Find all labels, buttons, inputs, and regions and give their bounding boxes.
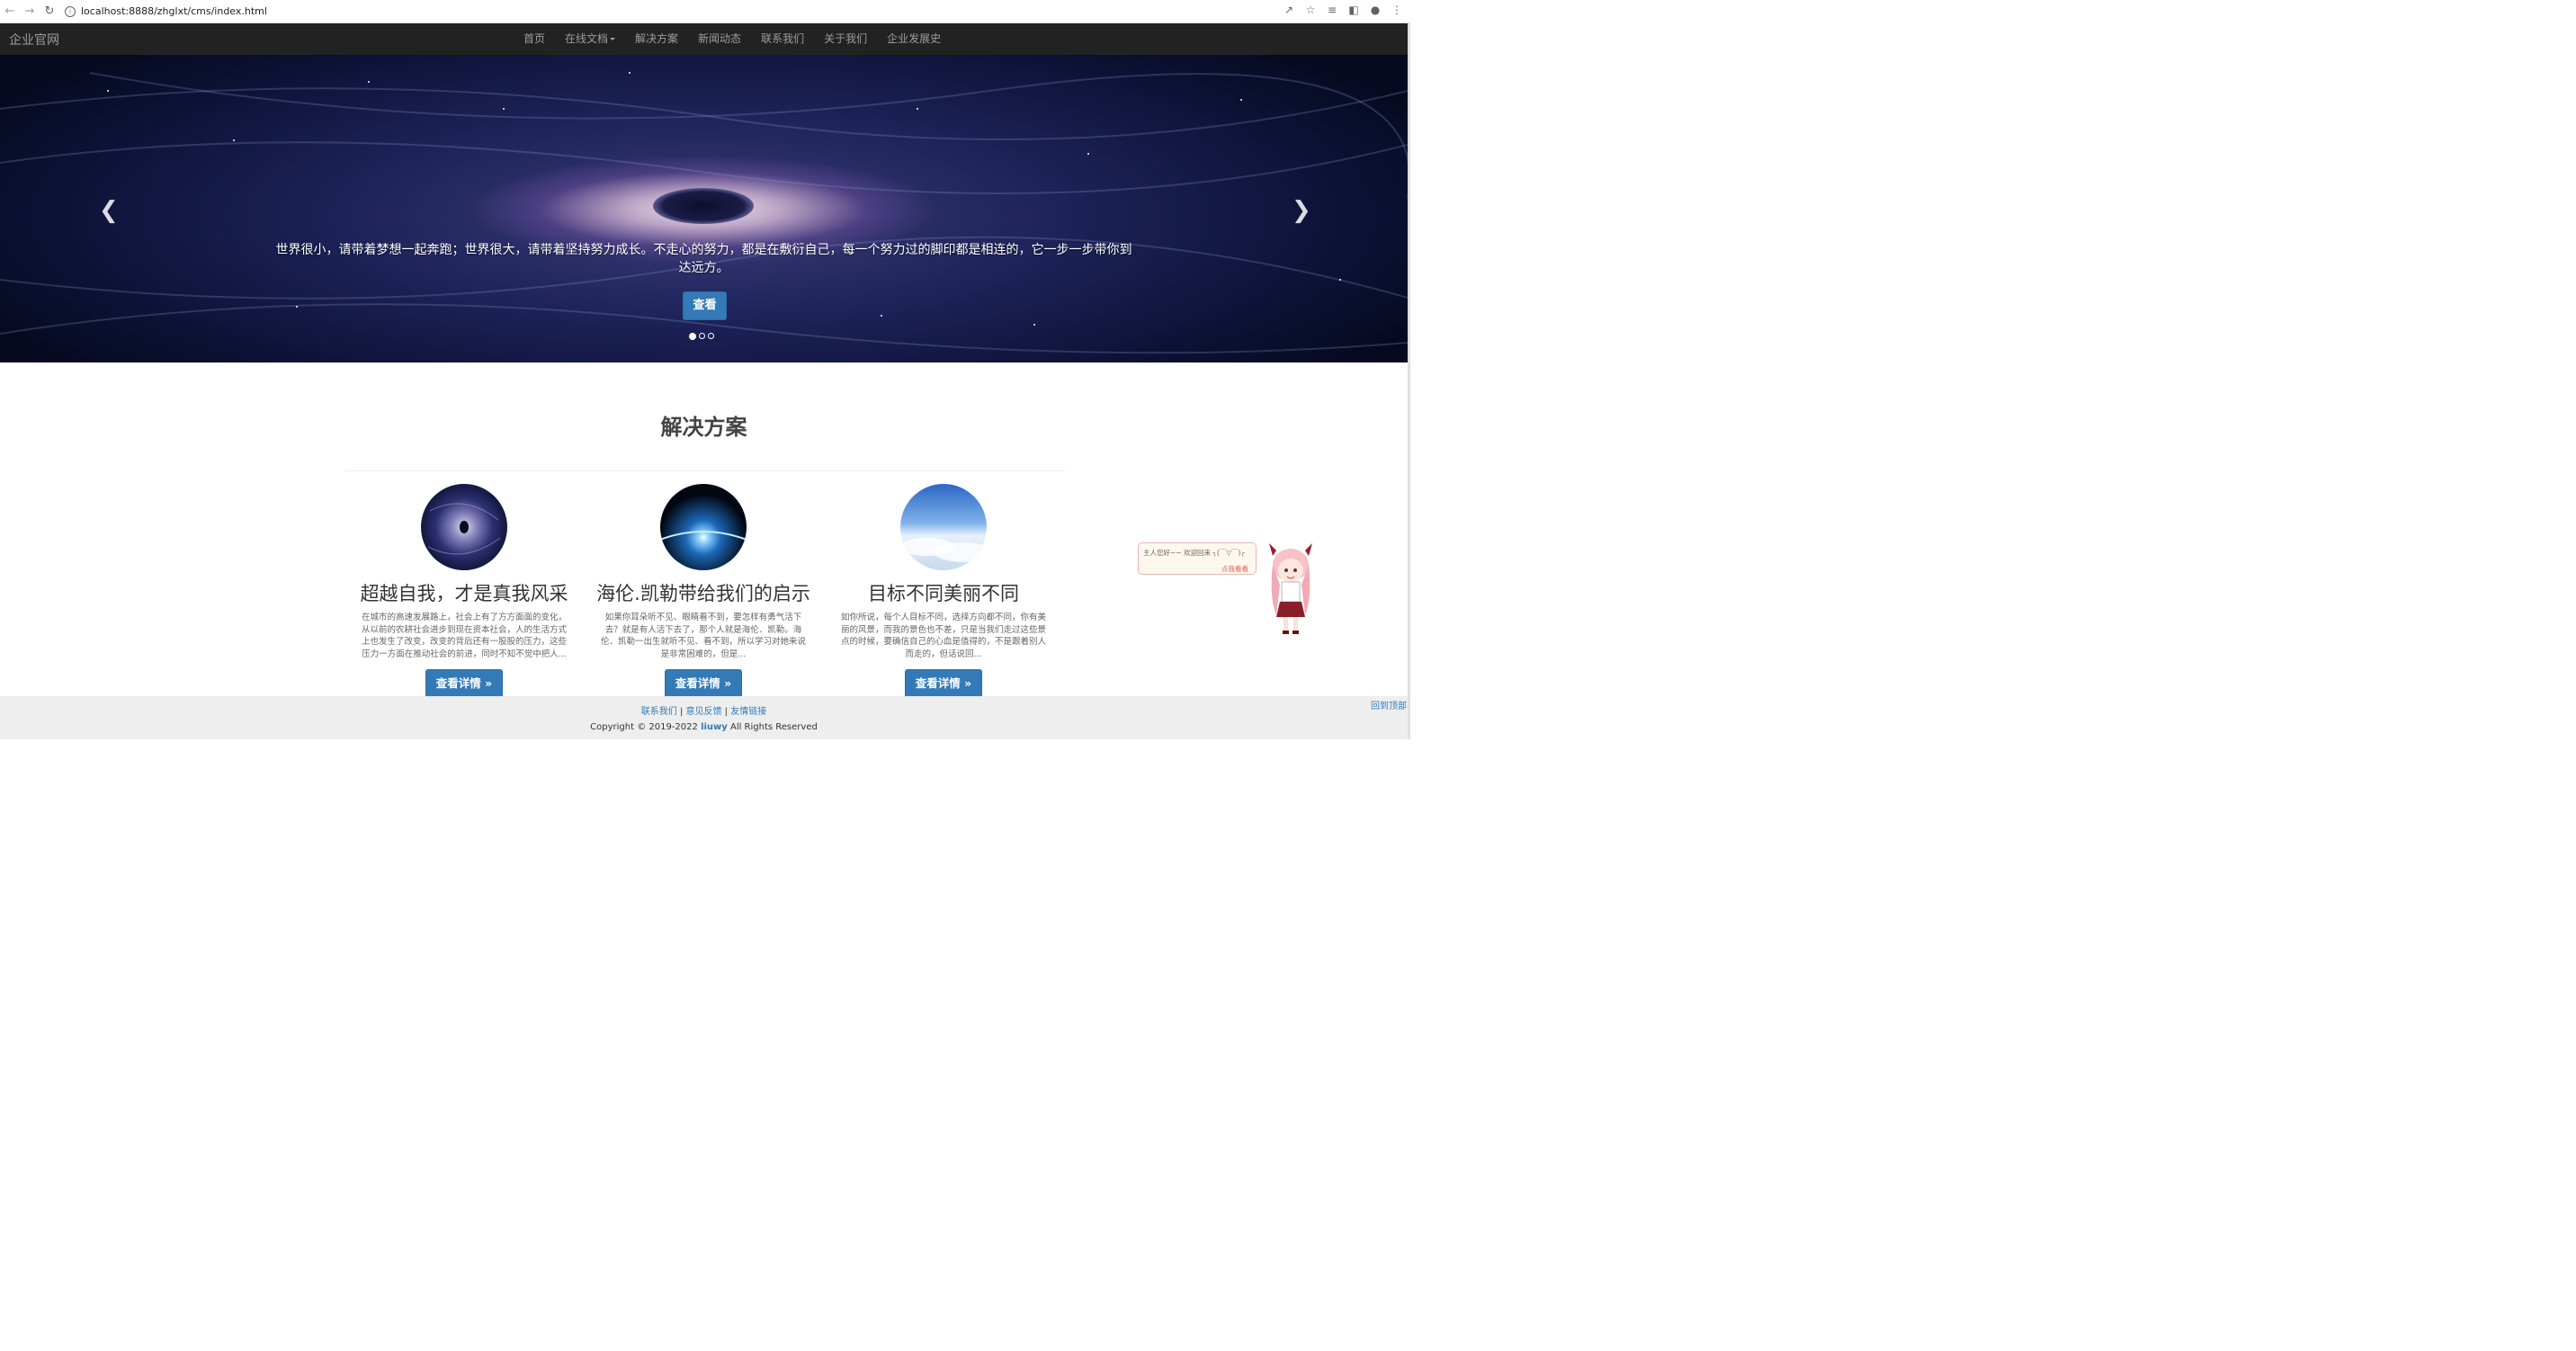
reading-list-icon[interactable]: ≡ <box>1326 4 1338 16</box>
back-arrow-icon[interactable]: ← <box>0 4 20 18</box>
footer-link-contact[interactable]: 联系我们 <box>641 707 677 717</box>
caret-down-icon <box>610 38 616 40</box>
carousel-view-button[interactable]: 查看 <box>683 291 727 320</box>
nav-item-contact[interactable]: 联系我们 <box>751 23 814 55</box>
address-bar[interactable]: i localhost:8888/zhglxt/cms/index.html <box>65 5 267 17</box>
page-footer: 联系我们 | 意见反馈 | 友情链接 Copyright © 2019-2022… <box>0 696 1410 739</box>
carousel-prev-icon[interactable]: ❮ <box>99 197 119 224</box>
solution-card-title: 超越自我，才是真我风采 <box>360 583 568 604</box>
solution-card: 海伦.凯勒带给我们的启示 如果你耳朵听不见、眼睛看不到，要怎样有勇气活下去？就是… <box>586 484 820 698</box>
copyright-suffix: All Rights Reserved <box>727 722 818 732</box>
footer-link-feedback[interactable]: 意见反馈 <box>686 707 722 717</box>
section-divider <box>344 470 1065 471</box>
view-details-button[interactable]: 查看详情 » <box>425 669 504 698</box>
footer-link-friends[interactable]: 友情链接 <box>730 707 766 717</box>
solutions-heading: 解决方案 <box>660 415 747 440</box>
carousel-indicators <box>689 333 714 340</box>
share-icon[interactable]: ↗ <box>1283 4 1295 16</box>
nav-item-history[interactable]: 企业发展史 <box>877 23 951 55</box>
side-panel-icon[interactable]: ◧ <box>1347 4 1360 16</box>
carousel-indicator[interactable] <box>708 333 714 339</box>
nav-item-about[interactable]: 关于我们 <box>814 23 877 55</box>
reload-icon[interactable]: ↻ <box>40 4 59 18</box>
nav-item-news[interactable]: 新闻动态 <box>688 23 751 55</box>
footer-separator: | <box>676 707 686 717</box>
view-details-button[interactable]: 查看详情 » <box>904 669 983 698</box>
mascot-character-image[interactable] <box>1264 543 1318 637</box>
solution-card: 目标不同美丽不同 如你所说，每个人目标不同，选择方向都不同，你有美丽的风景，而我… <box>827 484 1060 698</box>
mascot-link[interactable]: 点我看看 <box>1221 564 1248 574</box>
solution-card-image <box>421 484 507 570</box>
forward-arrow-icon[interactable]: → <box>20 4 40 18</box>
mascot-greeting: 主人您好~~ 欢迎回来 ╮(￣▽￣)╭ <box>1143 549 1245 557</box>
solution-card-image <box>900 484 987 570</box>
site-info-icon[interactable]: i <box>65 5 76 17</box>
browser-toolbar: ← → ↻ i localhost:8888/zhglxt/cms/index.… <box>0 0 1410 23</box>
navbar-brand[interactable]: 企业官网 <box>9 31 59 49</box>
site-navbar: 企业官网 首页 在线文档 解决方案 新闻动态 联系我们 关于我们 企业发展史 <box>0 23 1408 56</box>
page-scrollbar[interactable] <box>1408 23 1410 739</box>
nav-item-online-docs-label: 在线文档 <box>565 32 609 45</box>
solution-card-title: 目标不同美丽不同 <box>868 583 1019 604</box>
nav-item-solutions[interactable]: 解决方案 <box>625 23 688 55</box>
nav-menu: 首页 在线文档 解决方案 新闻动态 联系我们 关于我们 企业发展史 <box>514 23 951 55</box>
view-details-button[interactable]: 查看详情 » <box>664 669 743 698</box>
nav-item-home[interactable]: 首页 <box>514 23 555 55</box>
nav-item-online-docs[interactable]: 在线文档 <box>555 23 625 55</box>
solution-card: 超越自我，才是真我风采 在城市的高速发展路上，社会上有了方方面面的变化，从以前的… <box>347 484 581 698</box>
hero-carousel: ❮ ❯ 世界很小，请带着梦想一起奔跑；世界很大，请带着坚持努力成长。不走心的努力… <box>0 55 1408 362</box>
back-to-top-link[interactable]: 回到顶部 <box>1371 698 1407 711</box>
menu-kebab-icon[interactable]: ⋮ <box>1391 4 1403 16</box>
profile-avatar-icon[interactable]: ● <box>1369 4 1382 16</box>
footer-links: 联系我们 | 意见反馈 | 友情链接 <box>0 703 1408 717</box>
mascot-speech-bubble: 主人您好~~ 欢迎回来 ╮(￣▽￣)╭ 点我看看 <box>1138 542 1257 575</box>
solution-card-title: 海伦.凯勒带给我们的启示 <box>596 583 810 604</box>
address-bar-url[interactable]: localhost:8888/zhglxt/cms/index.html <box>81 5 267 17</box>
carousel-caption: 世界很小，请带着梦想一起奔跑；世界很大，请带着坚持努力成长。不走心的努力，都是在… <box>275 243 1132 275</box>
copyright-prefix: Copyright © 2019-2022 <box>590 722 702 732</box>
bookmark-star-icon[interactable]: ☆ <box>1304 4 1317 16</box>
carousel-indicator[interactable] <box>699 333 705 339</box>
solution-card-text: 如你所说，每个人目标不同，选择方向都不同，你有美丽的风景，而我的景色也不差，只是… <box>840 613 1046 659</box>
carousel-indicator[interactable] <box>689 333 696 340</box>
copyright-text: Copyright © 2019-2022 liuwy All Rights R… <box>0 722 1408 732</box>
footer-separator: | <box>721 707 731 717</box>
copyright-author[interactable]: liuwy <box>701 722 728 732</box>
solution-card-text: 在城市的高速发展路上，社会上有了方方面面的变化，从以前的农耕社会进步到现在资本社… <box>361 613 567 659</box>
carousel-next-icon[interactable]: ❯ <box>1292 197 1311 224</box>
solution-card-image <box>660 484 747 570</box>
solution-card-text: 如果你耳朵听不见、眼睛看不到，要怎样有勇气活下去？就是有人活下去了，那个人就是海… <box>600 613 806 659</box>
